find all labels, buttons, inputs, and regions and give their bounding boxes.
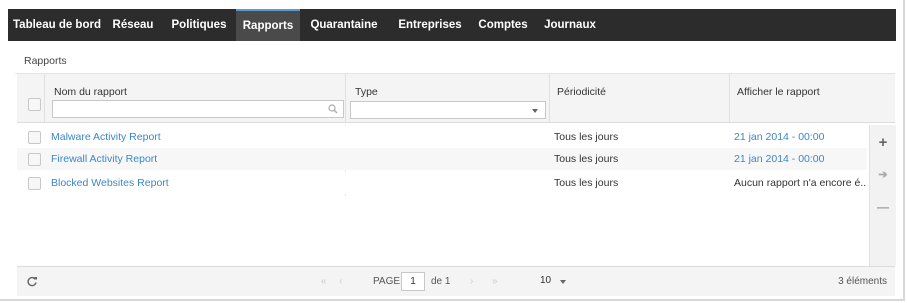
- report-name-link[interactable]: Firewall Activity Report: [51, 148, 157, 170]
- table-row[interactable]: Malware Activity Report Tous les jours 2…: [17, 126, 867, 148]
- column-periodicity-label: Périodicité: [557, 86, 607, 98]
- chevron-down-icon: [560, 280, 566, 284]
- table-header: Nom du rapport Type Périodicité Afficher…: [17, 74, 895, 123]
- tab-tableau-de-bord[interactable]: Tableau de bord: [8, 9, 106, 41]
- report-name-link[interactable]: Malware Activity Report: [51, 126, 161, 148]
- prev-page-button[interactable]: ‹: [339, 267, 342, 296]
- refresh-icon: [27, 276, 37, 287]
- row-checkbox[interactable]: [28, 177, 41, 190]
- row-checkbox[interactable]: [28, 131, 41, 144]
- remove-report-button[interactable]: —: [870, 191, 896, 223]
- per-page-select[interactable]: 10: [536, 272, 578, 289]
- page-number-input[interactable]: 1: [401, 272, 425, 291]
- column-name: Nom du rapport: [44, 74, 346, 122]
- column-view-report-label: Afficher le rapport: [737, 86, 820, 98]
- item-count: 3 éléments: [838, 276, 887, 287]
- page-label: PAGE: [373, 276, 401, 287]
- report-periodicity: Tous les jours: [554, 177, 619, 189]
- table-row[interactable]: Blocked Websites Report Tous les jours A…: [17, 172, 867, 194]
- report-periodicity: Tous les jours: [554, 153, 619, 165]
- row-checkbox[interactable]: [28, 153, 41, 166]
- select-all-checkbox[interactable]: [28, 98, 41, 111]
- first-page-button[interactable]: «: [321, 267, 327, 296]
- view-report-link[interactable]: 21 jan 2014 - 00:00: [734, 126, 866, 148]
- view-report-link[interactable]: 21 jan 2014 - 00:00: [734, 148, 866, 170]
- breadcrumb: Rapports: [24, 55, 67, 67]
- refresh-button[interactable]: [26, 267, 38, 296]
- next-page-button[interactable]: ›: [470, 267, 473, 296]
- table-row[interactable]: Firewall Activity Report Tous les jours …: [17, 148, 867, 170]
- view-report-status: Aucun rapport n'a encore é...: [734, 177, 866, 189]
- type-filter-select[interactable]: [350, 101, 546, 119]
- tab-journaux[interactable]: Journaux: [534, 9, 606, 41]
- table-footer: « ‹ PAGE 1 de 1 › » 10 3 éléments: [17, 266, 895, 296]
- add-report-button[interactable]: +: [870, 127, 896, 159]
- report-periodicity: Tous les jours: [554, 131, 619, 143]
- tab-politiques[interactable]: Politiques: [160, 9, 238, 41]
- chevron-down-icon: [532, 109, 538, 113]
- download-report-button[interactable]: ➔: [870, 159, 896, 191]
- side-action-panel: + ➔ —: [869, 125, 896, 266]
- column-type: Type: [345, 74, 550, 122]
- search-icon: [328, 104, 338, 114]
- column-periodicity: Périodicité: [549, 74, 730, 122]
- tab-rapports[interactable]: Rapports: [236, 9, 300, 41]
- top-navigation: Tableau de bord Réseau Politiques Rappor…: [8, 9, 896, 41]
- last-page-button[interactable]: »: [492, 267, 498, 296]
- column-type-label: Type: [355, 86, 378, 98]
- tab-entreprises[interactable]: Entreprises: [386, 9, 474, 41]
- tab-comptes[interactable]: Comptes: [470, 9, 536, 41]
- page-total-label: de 1: [431, 276, 451, 287]
- tab-reseau[interactable]: Réseau: [106, 9, 160, 41]
- name-filter-input[interactable]: [52, 100, 344, 118]
- report-name-link[interactable]: Blocked Websites Report: [51, 172, 169, 194]
- column-view-report: Afficher le rapport: [729, 74, 896, 122]
- column-name-label: Nom du rapport: [54, 86, 127, 98]
- tab-quarantaine[interactable]: Quarantaine: [302, 9, 386, 41]
